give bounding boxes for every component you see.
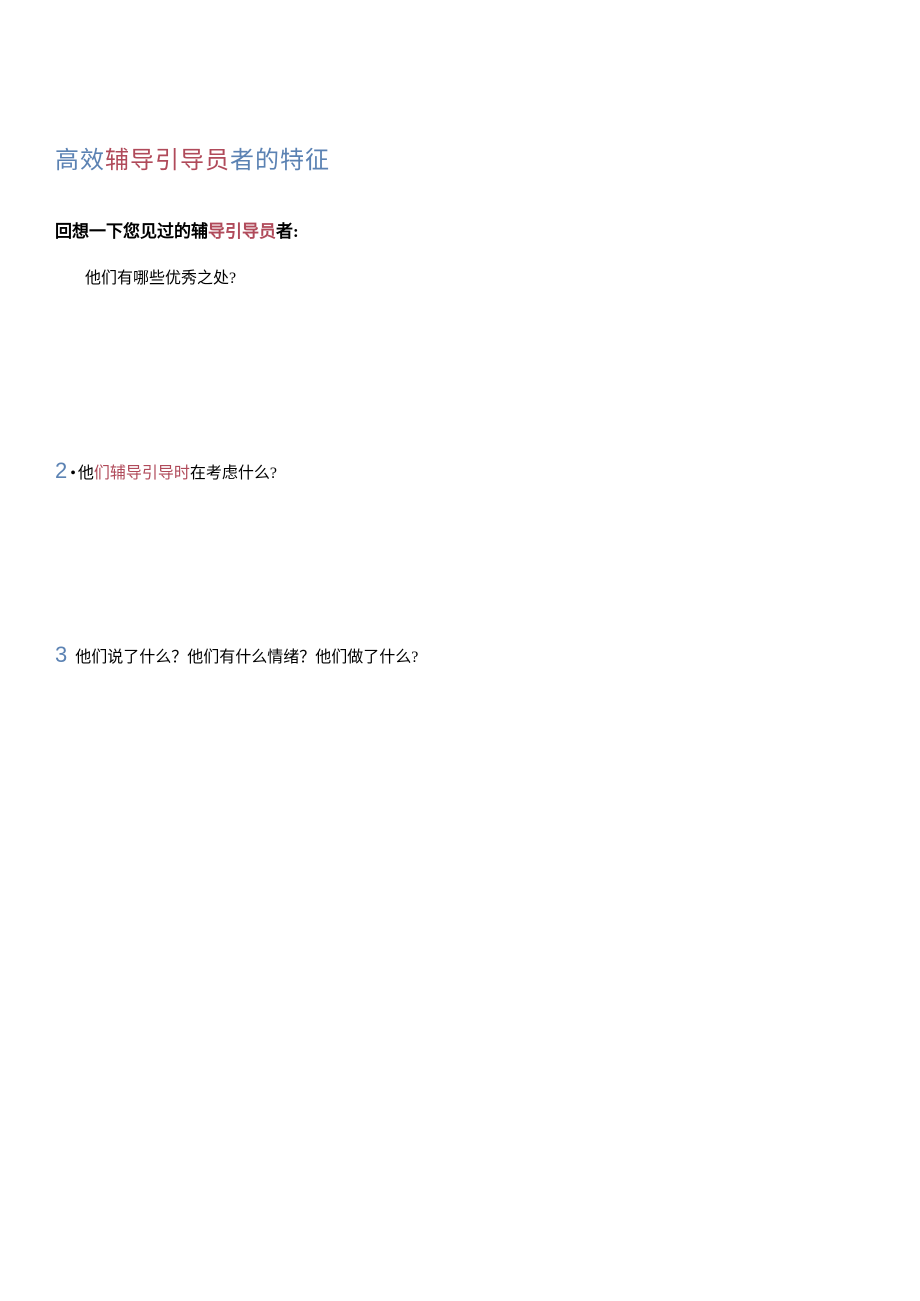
subtitle-seg4: : (293, 222, 299, 241)
title-seg4: 的特征 (255, 148, 330, 174)
subtitle-seg3: 者 (276, 222, 293, 241)
title-seg2: 辅导引导员 (105, 148, 230, 174)
question-3-number: 3 (55, 642, 67, 668)
question-2-row: 2 • 他们辅导引导时在考虑什么? (55, 458, 865, 484)
q2-seg3: 在考虑什么? (190, 465, 277, 482)
title-seg1: 高效 (55, 148, 105, 174)
q2-seg2: 们辅导引导时 (94, 465, 190, 482)
q2-seg1: 他 (78, 465, 94, 482)
question-2-number: 2 (55, 458, 67, 484)
subtitle-prompt: 回想一下您见过的辅导引导员者: (55, 217, 865, 242)
question-1: 他们有哪些优秀之处? (85, 264, 865, 288)
question-3-text: 他们说了什么？他们有什么情绪？他们做了什么? (75, 643, 418, 667)
question-2-text: 他们辅导引导时在考虑什么? (78, 459, 277, 483)
question-2-bullet: • (70, 465, 76, 483)
subtitle-seg2: 导引导员 (208, 222, 276, 241)
page-title: 高效辅导引导员者的特征 (55, 140, 865, 175)
document-page: 高效辅导引导员者的特征 回想一下您见过的辅导引导员者: 他们有哪些优秀之处? 2… (0, 0, 920, 668)
title-seg3: 者 (230, 148, 255, 174)
question-3-row: 3 他们说了什么？他们有什么情绪？他们做了什么? (55, 642, 865, 668)
subtitle-seg1: 回想一下您见过的辅 (55, 222, 208, 241)
